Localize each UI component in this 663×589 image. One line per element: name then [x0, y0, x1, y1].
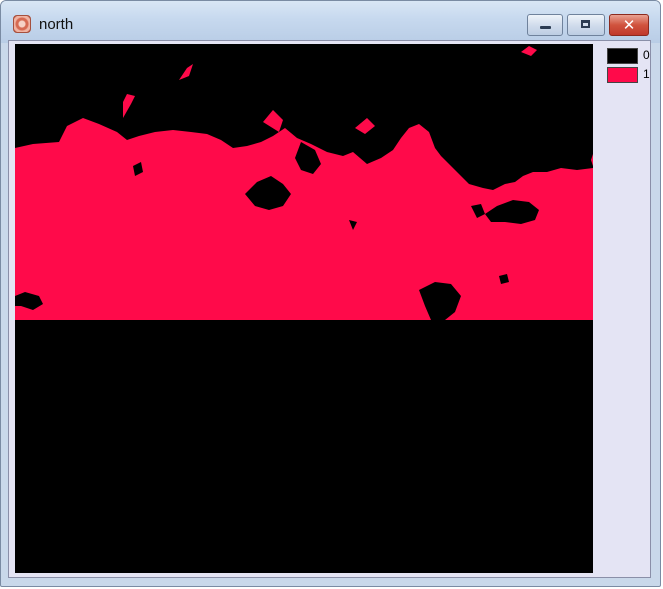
- title-bar[interactable]: north ✕: [1, 1, 660, 43]
- legend-label-1: 1: [643, 67, 650, 81]
- legend-swatch-1: [607, 67, 638, 83]
- maximize-button[interactable]: [567, 14, 605, 36]
- close-icon: ✕: [622, 16, 636, 34]
- close-button[interactable]: ✕: [609, 14, 649, 36]
- minimize-icon: [540, 26, 551, 29]
- legend-label-0: 0: [643, 48, 650, 62]
- minimize-button[interactable]: [527, 14, 563, 36]
- legend-swatch-0: [607, 48, 638, 64]
- raster-layer-icon[interactable]: [13, 15, 31, 33]
- raster-map-canvas[interactable]: [15, 44, 593, 573]
- raster-image: [15, 44, 593, 573]
- restore-icon: [581, 20, 590, 28]
- window-title: north: [39, 16, 74, 33]
